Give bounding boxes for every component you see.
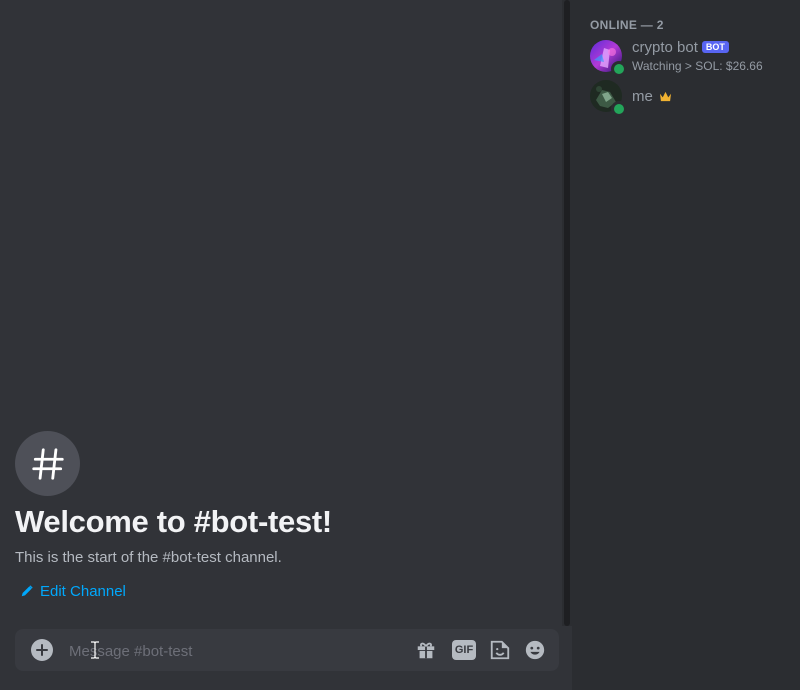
online-header: ONLINE — 2 [590,18,664,32]
gif-label: GIF [454,644,474,656]
edit-channel-link[interactable]: Edit Channel [20,580,126,602]
emoji-icon[interactable] [523,638,547,662]
chat-scrollbar[interactable] [562,0,572,626]
gif-button[interactable]: GIF [452,640,476,660]
chat-scrollbar-thumb[interactable] [564,0,570,626]
gift-icon[interactable] [414,638,438,662]
edit-channel-label: Edit Channel [40,582,126,600]
member-name-label: crypto bot [632,39,698,56]
bot-tag: BOT [701,41,729,53]
member-list: ONLINE — 2 crypto bot BOT Watching > SOL… [574,0,800,690]
member-name: crypto bot BOT [632,39,729,56]
message-input[interactable] [67,637,401,665]
welcome-subtitle: This is the start of the #bot-test chann… [15,549,282,566]
crown-icon [660,91,672,102]
online-status-dot [611,101,627,117]
member-name-label: me [632,88,653,105]
member-activity: Watching > SOL: $26.66 [632,59,763,73]
member-name: me [632,88,672,105]
sticker-icon[interactable] [488,638,512,662]
pencil-icon [21,585,33,597]
text-cursor-icon [91,641,99,659]
chat-area: Welcome to #bot-test! This is the start … [0,0,562,690]
channel-hash-avatar [15,431,80,496]
welcome-title: Welcome to #bot-test! [15,504,332,539]
plus-circle-icon[interactable] [31,639,53,661]
online-status-dot [611,61,627,77]
member-me[interactable]: me [582,76,792,118]
hash-icon [31,447,64,480]
member-crypto-bot[interactable]: crypto bot BOT Watching > SOL: $26.66 [582,36,792,78]
